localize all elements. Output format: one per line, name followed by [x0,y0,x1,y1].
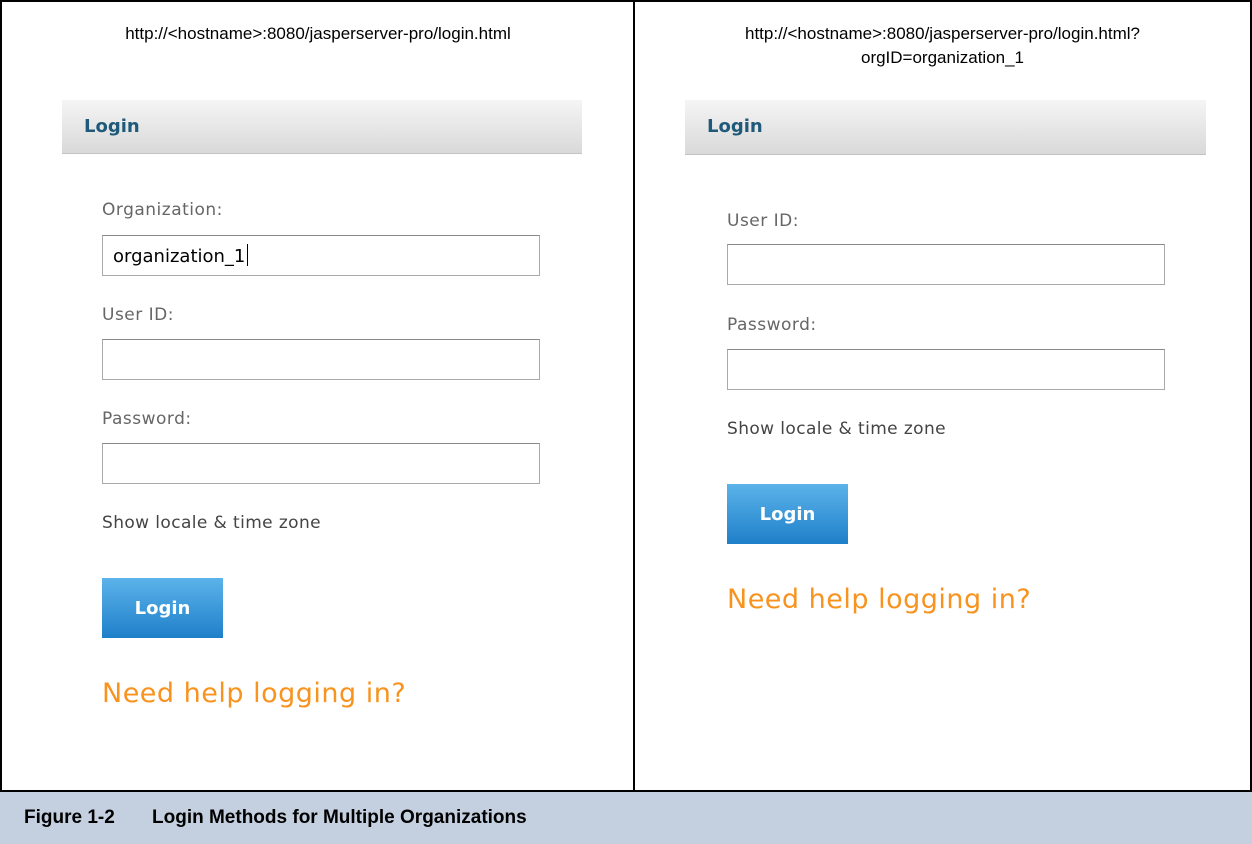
left-user-id-input[interactable] [102,339,540,380]
right-user-id-input[interactable] [727,244,1165,285]
left-url-text: http://<hostname>:8080/jasperserver-pro/… [125,24,511,43]
left-login-button[interactable]: Login [102,578,223,638]
right-url-text: http://<hostname>:8080/jasperserver-pro/… [635,22,1250,70]
left-organization-input[interactable]: organization_1 [102,235,540,276]
left-show-locale-link[interactable]: Show locale & time zone [102,513,321,533]
right-url-line2: orgID=organization_1 [860,48,1025,67]
figure-caption: Figure 1-2 Login Methods for Multiple Or… [0,790,1252,844]
left-need-help-link[interactable]: Need help logging in? [102,678,406,709]
figure-frame: http://<hostname>:8080/jasperserver-pro/… [0,0,1252,844]
left-organization-value: organization_1 [113,246,246,267]
right-password-label: Password: [727,315,817,335]
left-organization-label: Organization: [102,200,223,220]
text-caret [247,244,249,266]
right-login-example: http://<hostname>:8080/jasperserver-pro/… [633,0,1252,790]
right-user-id-label: User ID: [727,211,799,231]
left-login-example: http://<hostname>:8080/jasperserver-pro/… [0,0,634,790]
left-login-header: Login [62,100,582,154]
right-url-line1: http://<hostname>:8080/jasperserver-pro/… [744,24,1140,43]
figure-title: Login Methods for Multiple Organizations [152,807,527,828]
left-login-header-title: Login [84,116,140,137]
left-password-input[interactable] [102,443,540,484]
figure-number: Figure 1-2 [24,807,115,828]
right-login-button[interactable]: Login [727,484,848,544]
left-password-label: Password: [102,409,192,429]
right-show-locale-link[interactable]: Show locale & time zone [727,419,946,439]
right-need-help-link[interactable]: Need help logging in? [727,584,1031,615]
right-login-header: Login [685,100,1206,155]
right-login-header-title: Login [707,116,763,137]
right-password-input[interactable] [727,349,1165,390]
left-user-id-label: User ID: [102,305,174,325]
